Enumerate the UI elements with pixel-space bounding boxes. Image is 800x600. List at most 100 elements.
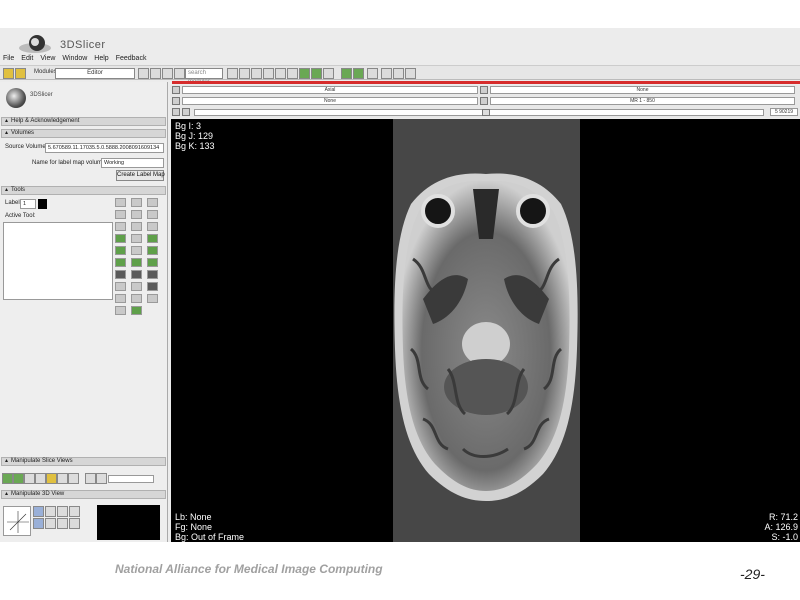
slice-offset-slider[interactable] [194, 109, 764, 116]
layout-icon[interactable] [311, 68, 322, 79]
tool-icon[interactable] [147, 282, 158, 291]
tool-icon[interactable] [115, 198, 126, 207]
background-select[interactable]: MR 1 - 850 [490, 97, 795, 105]
layout-icon[interactable] [263, 68, 274, 79]
slice-slider[interactable] [108, 475, 154, 483]
zoom-icon[interactable] [85, 473, 96, 484]
link-icon[interactable] [172, 86, 180, 94]
menu-window[interactable]: Window [62, 55, 87, 62]
pin-icon[interactable] [172, 108, 180, 116]
tool-icon[interactable] [131, 306, 142, 315]
zoom-icon[interactable] [239, 68, 250, 79]
tool-icon[interactable] [131, 258, 142, 267]
slice-layout-icon[interactable] [57, 473, 68, 484]
slice-slider-handle[interactable] [482, 109, 490, 116]
prev-module-icon[interactable] [138, 68, 149, 79]
load-scene-icon[interactable] [3, 68, 14, 79]
slice-layout-icon[interactable] [13, 473, 24, 484]
menu-help[interactable]: Help [94, 55, 108, 62]
module-selector[interactable]: Editor [55, 68, 135, 79]
foreground-icon[interactable] [480, 86, 488, 94]
grid-icon[interactable] [367, 68, 378, 79]
tool-icon[interactable] [115, 282, 126, 291]
tool-icon[interactable] [131, 270, 142, 279]
tool-icon[interactable] [131, 210, 142, 219]
layout-icon[interactable] [287, 68, 298, 79]
slice-offset-value[interactable]: 5 90219 [770, 108, 798, 116]
manipulate-3d-section-header[interactable]: Manipulate 3D View [1, 490, 166, 499]
3d-view-thumbnail[interactable] [97, 505, 160, 540]
tool-icon[interactable] [147, 294, 158, 303]
transform-icon[interactable] [405, 68, 416, 79]
tool-icon[interactable] [131, 222, 142, 231]
label-color-swatch[interactable] [38, 199, 47, 209]
tool-icon[interactable] [147, 210, 158, 219]
tool-icon[interactable] [131, 246, 142, 255]
label-value-input[interactable]: 1 [20, 199, 36, 209]
label-layer-icon[interactable] [172, 97, 180, 105]
label-map-name-input[interactable]: Working [101, 158, 164, 168]
pin-icon[interactable] [381, 68, 392, 79]
tool-icon[interactable] [115, 270, 126, 279]
source-volume-select[interactable]: 5.670589.11.17035.5.0.5888.2008091609134 [45, 143, 164, 153]
create-label-map-button[interactable]: Create Label Map [116, 170, 165, 181]
next-module-icon[interactable] [150, 68, 161, 79]
tool-icon[interactable] [115, 294, 126, 303]
orientation-select[interactable]: Axial [182, 86, 478, 94]
slice-layout-icon[interactable] [2, 473, 13, 484]
foreground-select[interactable]: None [490, 86, 795, 94]
3d-control-icon[interactable] [33, 506, 44, 517]
pin-icon[interactable] [393, 68, 404, 79]
refresh-icon[interactable] [174, 68, 185, 79]
module-search-input[interactable]: search modules [185, 68, 223, 85]
tool-icon[interactable] [115, 222, 126, 231]
draw-tool-icon[interactable] [131, 234, 142, 243]
tool-icon[interactable] [115, 246, 126, 255]
tool-icon[interactable] [115, 210, 126, 219]
slice-layout-icon[interactable] [46, 473, 57, 484]
3d-control-icon[interactable] [69, 518, 80, 529]
label-layer-select[interactable]: None [182, 97, 478, 105]
undo-icon[interactable] [341, 68, 352, 79]
tool-icon[interactable] [147, 246, 158, 255]
paint-tool-icon[interactable] [115, 234, 126, 243]
3d-control-icon[interactable] [45, 506, 56, 517]
tool-icon[interactable] [147, 198, 158, 207]
tool-icon[interactable] [131, 294, 142, 303]
view-orientation-widget[interactable] [3, 506, 31, 536]
layout-icon[interactable] [275, 68, 286, 79]
menu-file[interactable]: File [3, 55, 14, 62]
3d-control-icon[interactable] [33, 518, 44, 529]
tool-icon[interactable] [131, 282, 142, 291]
3d-control-icon[interactable] [57, 518, 68, 529]
tool-icon[interactable] [115, 306, 126, 315]
history-icon[interactable] [162, 68, 173, 79]
slice-layout-icon[interactable] [24, 473, 35, 484]
tools-section-header[interactable]: Tools [1, 186, 166, 195]
tool-icon[interactable] [147, 222, 158, 231]
layout-icon[interactable] [251, 68, 262, 79]
manipulate-slice-section-header[interactable]: Manipulate Slice Views [1, 457, 166, 466]
3d-control-icon[interactable] [69, 506, 80, 517]
save-scene-icon[interactable] [15, 68, 26, 79]
tool-icon[interactable] [147, 258, 158, 267]
chevron-down-icon[interactable] [182, 108, 190, 116]
slice-layout-icon[interactable] [68, 473, 79, 484]
axial-slice-view[interactable]: Bg I: 3 Bg J: 129 Bg K: 133 Lb: None Fg:… [171, 119, 800, 542]
layout-icon[interactable] [323, 68, 334, 79]
tool-icon[interactable] [147, 270, 158, 279]
background-icon[interactable] [480, 97, 488, 105]
layout-icon[interactable] [299, 68, 310, 79]
3d-control-icon[interactable] [57, 506, 68, 517]
search-icon[interactable] [227, 68, 238, 79]
slice-layout-icon[interactable] [35, 473, 46, 484]
menu-feedback[interactable]: Feedback [116, 55, 147, 62]
3d-control-icon[interactable] [45, 518, 56, 529]
threshold-tool-icon[interactable] [115, 258, 126, 267]
help-section-header[interactable]: Help & Acknowledgement [1, 117, 166, 126]
redo-icon[interactable] [353, 68, 364, 79]
volumes-section-header[interactable]: Volumes [1, 129, 166, 138]
menu-edit[interactable]: Edit [21, 55, 33, 62]
menu-view[interactable]: View [40, 55, 55, 62]
tool-icon[interactable] [131, 198, 142, 207]
